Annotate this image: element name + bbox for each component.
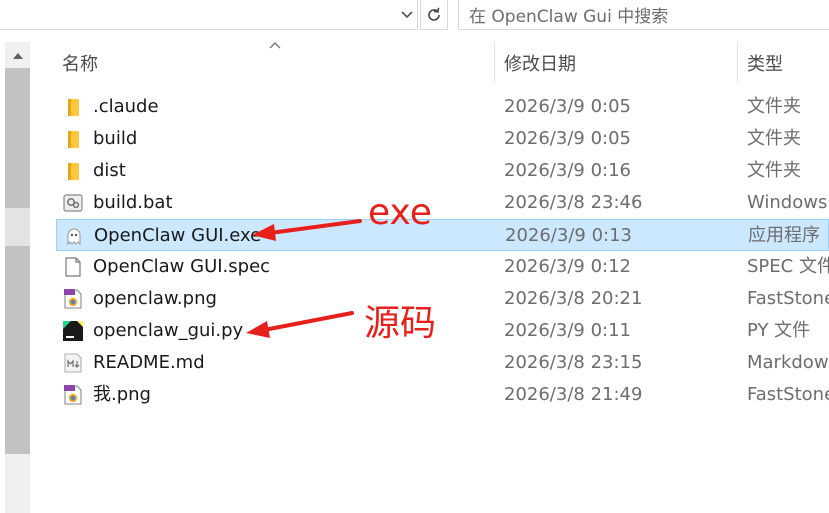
file-type: FastStone xyxy=(747,384,829,405)
file-explorer-window: 在 OpenClaw Gui 中搜索 名称 修改日期 类型 .claude 20… xyxy=(0,0,829,513)
file-row[interactable]: openclaw_gui.py 2026/3/9 0:11 PY 文件 xyxy=(56,315,829,347)
file-name: README.md xyxy=(93,352,205,373)
search-input[interactable]: 在 OpenClaw Gui 中搜索 xyxy=(458,0,829,30)
scroll-up-arrow-icon[interactable] xyxy=(8,48,28,64)
refresh-button[interactable] xyxy=(420,0,448,30)
file-name: build.bat xyxy=(93,192,173,213)
refresh-icon xyxy=(428,7,440,21)
file-type: 文件夹 xyxy=(747,96,801,117)
markdown-file-icon xyxy=(64,353,82,373)
blank-file-icon xyxy=(65,257,81,277)
file-type: PY 文件 xyxy=(747,320,811,341)
file-name: openclaw.png xyxy=(93,288,217,309)
file-name: .claude xyxy=(93,96,159,117)
file-name: OpenClaw GUI.exe xyxy=(94,225,262,246)
annotation-source-label: 源码 xyxy=(364,303,437,344)
column-divider[interactable] xyxy=(737,42,738,84)
file-name: dist xyxy=(93,160,126,181)
file-date: 2026/3/9 0:05 xyxy=(504,96,631,117)
file-date: 2026/3/9 0:05 xyxy=(504,128,631,149)
file-date: 2026/3/9 0:12 xyxy=(504,256,631,277)
folder-icon xyxy=(68,99,79,116)
file-name: openclaw_gui.py xyxy=(93,320,244,341)
file-type: 应用程序 xyxy=(748,225,820,246)
file-type: SPEC 文件 xyxy=(747,256,829,277)
nav-scroll-thumb[interactable] xyxy=(5,68,30,454)
file-row[interactable]: build 2026/3/9 0:05 文件夹 xyxy=(56,123,829,155)
pycharm-file-icon xyxy=(63,321,83,341)
file-date: 2026/3/9 0:16 xyxy=(504,160,631,181)
file-row[interactable]: dist 2026/3/9 0:16 文件夹 xyxy=(56,155,829,187)
file-name: OpenClaw GUI.spec xyxy=(93,256,271,277)
file-type: FastStone xyxy=(747,288,829,309)
file-row[interactable]: build.bat 2026/3/8 23:46 Windows xyxy=(56,187,829,219)
file-row[interactable]: 我.png 2026/3/8 21:49 FastStone xyxy=(56,379,829,411)
address-bar[interactable] xyxy=(0,0,418,30)
nav-selected-item-hint xyxy=(5,208,30,246)
column-divider[interactable] xyxy=(494,42,495,84)
search-placeholder: 在 OpenClaw Gui 中搜索 xyxy=(469,7,669,27)
file-date: 2026/3/8 20:21 xyxy=(504,288,643,309)
column-header-date[interactable]: 修改日期 xyxy=(504,40,576,86)
batch-file-icon xyxy=(63,194,83,212)
file-name: build xyxy=(93,128,138,149)
file-row[interactable]: openclaw.png 2026/3/8 20:21 FastStone xyxy=(56,283,829,315)
file-type: 文件夹 xyxy=(747,128,801,149)
file-type: Markdow xyxy=(747,352,829,373)
column-header-name[interactable]: 名称 xyxy=(62,40,98,86)
png-image-icon xyxy=(64,289,82,309)
file-date: 2026/3/8 23:15 xyxy=(504,352,643,373)
file-row[interactable]: OpenClaw GUI.spec 2026/3/9 0:12 SPEC 文件 xyxy=(56,251,829,283)
column-header-type[interactable]: 类型 xyxy=(747,40,783,86)
address-toolbar: 在 OpenClaw Gui 中搜索 xyxy=(0,0,829,32)
png-image-icon xyxy=(64,385,82,405)
file-type: Windows xyxy=(747,192,828,213)
file-date: 2026/3/9 0:13 xyxy=(505,225,632,246)
annotation-exe-label: exe xyxy=(368,192,432,233)
file-row-selected[interactable]: OpenClaw GUI.exe 2026/3/9 0:13 应用程序 xyxy=(56,219,829,251)
file-date: 2026/3/9 0:11 xyxy=(504,320,631,341)
file-row[interactable]: README.md 2026/3/8 23:15 Markdow xyxy=(56,347,829,379)
file-name: 我.png xyxy=(93,384,151,405)
file-type: 文件夹 xyxy=(747,160,801,181)
file-date: 2026/3/8 21:49 xyxy=(504,384,643,405)
file-row[interactable]: .claude 2026/3/9 0:05 文件夹 xyxy=(56,91,829,123)
app-ghost-icon xyxy=(67,228,81,246)
sort-ascending-icon xyxy=(269,42,281,49)
folder-icon xyxy=(68,131,79,148)
folder-icon xyxy=(68,163,79,180)
file-date: 2026/3/8 23:46 xyxy=(504,192,643,213)
column-header-row: 名称 修改日期 类型 xyxy=(44,40,829,86)
chevron-down-icon[interactable] xyxy=(396,4,418,26)
